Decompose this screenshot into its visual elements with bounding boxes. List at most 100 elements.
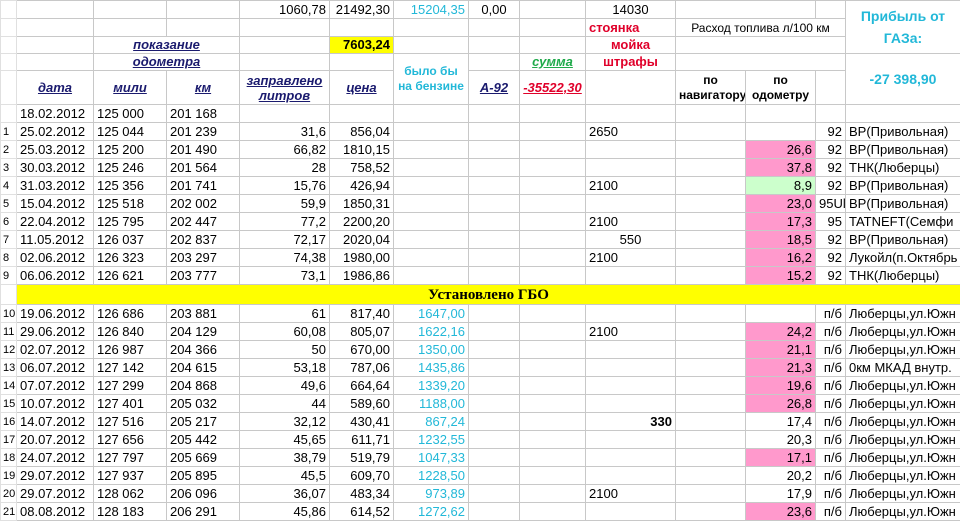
- cell-fuel-type[interactable]: 92: [815, 266, 846, 285]
- cell-summa[interactable]: [519, 212, 586, 231]
- cell-miles[interactable]: 126 037: [93, 230, 167, 249]
- cell-fees[interactable]: [585, 394, 676, 413]
- cell-navigator[interactable]: [675, 322, 746, 341]
- cell-date[interactable]: 19.06.2012: [16, 304, 94, 323]
- cell-benzin[interactable]: [393, 194, 469, 213]
- cell-summa-value[interactable]: -35522,30: [519, 70, 586, 105]
- cell-summa[interactable]: [519, 466, 586, 485]
- cell-fees[interactable]: [585, 448, 676, 467]
- cell-a92[interactable]: [468, 502, 520, 521]
- cell-total-price[interactable]: 21492,30: [329, 0, 394, 19]
- cell-miles[interactable]: 126 840: [93, 322, 167, 341]
- cell-station[interactable]: Люберцы,ул.Южн: [845, 502, 960, 521]
- cell-fuel-type[interactable]: п/б: [815, 358, 846, 377]
- cell-liters[interactable]: 72,17: [239, 230, 330, 249]
- cell-a92[interactable]: [468, 248, 520, 267]
- cell-fuel-type[interactable]: п/б: [815, 394, 846, 413]
- cell-miles[interactable]: 126 323: [93, 248, 167, 267]
- cell-summa[interactable]: [519, 358, 586, 377]
- cell-navigator[interactable]: [675, 484, 746, 503]
- cell-fees[interactable]: [585, 104, 676, 123]
- cell-liters[interactable]: 59,9: [239, 194, 330, 213]
- cell-fuel-type[interactable]: п/б: [815, 412, 846, 431]
- cell-a92[interactable]: [468, 448, 520, 467]
- cell-price[interactable]: 817,40: [329, 304, 394, 323]
- cell-station[interactable]: 0км МКАД внутр.: [845, 358, 960, 377]
- cell-km[interactable]: 203 777: [166, 266, 240, 285]
- cell-date[interactable]: 11.05.2012: [16, 230, 94, 249]
- cell-a92[interactable]: [468, 304, 520, 323]
- cell-km[interactable]: 202 002: [166, 194, 240, 213]
- cell-navigator[interactable]: [675, 376, 746, 395]
- cell-km[interactable]: 201 741: [166, 176, 240, 195]
- cell-fees[interactable]: [585, 266, 676, 285]
- cell-summa[interactable]: [519, 430, 586, 449]
- cell-summa[interactable]: [519, 230, 586, 249]
- cell-km[interactable]: 205 032: [166, 394, 240, 413]
- cell-fuel-type[interactable]: п/б: [815, 448, 846, 467]
- cell-miles[interactable]: 127 299: [93, 376, 167, 395]
- cell-price[interactable]: 664,64: [329, 376, 394, 395]
- cell-total-liters[interactable]: 1060,78: [239, 0, 330, 19]
- cell-km[interactable]: 202 447: [166, 212, 240, 231]
- cell-date[interactable]: 07.07.2012: [16, 376, 94, 395]
- cell-odometer[interactable]: 8,9: [745, 176, 816, 195]
- cell-liters[interactable]: 38,79: [239, 448, 330, 467]
- cell-fees[interactable]: [585, 194, 676, 213]
- cell-a92[interactable]: [468, 176, 520, 195]
- cell-station[interactable]: BP(Привольная): [845, 194, 960, 213]
- cell-station[interactable]: Люберцы,ул.Южн: [845, 304, 960, 323]
- cell-liters[interactable]: 50: [239, 340, 330, 359]
- cell-a92[interactable]: [468, 140, 520, 159]
- cell-date[interactable]: 14.07.2012: [16, 412, 94, 431]
- cell-station[interactable]: Люберцы,ул.Южн: [845, 484, 960, 503]
- cell-fuel-type[interactable]: п/б: [815, 466, 846, 485]
- cell-liters[interactable]: 53,18: [239, 358, 330, 377]
- cell-station[interactable]: Люберцы,ул.Южн: [845, 448, 960, 467]
- cell-a92[interactable]: [468, 122, 520, 141]
- cell-price[interactable]: 1980,00: [329, 248, 394, 267]
- cell-fuel-type[interactable]: 92: [815, 248, 846, 267]
- cell-station[interactable]: Люберцы,ул.Южн: [845, 430, 960, 449]
- cell-fees[interactable]: [585, 466, 676, 485]
- cell-benzin[interactable]: 1188,00: [393, 394, 469, 413]
- cell-benzin[interactable]: [393, 266, 469, 285]
- cell-liters[interactable]: 73,1: [239, 266, 330, 285]
- cell-km[interactable]: 202 837: [166, 230, 240, 249]
- cell-navigator[interactable]: [675, 466, 746, 485]
- cell-benzin[interactable]: [393, 230, 469, 249]
- cell-liters[interactable]: 32,12: [239, 412, 330, 431]
- cell-km[interactable]: 204 366: [166, 340, 240, 359]
- cell-km[interactable]: 203 881: [166, 304, 240, 323]
- cell-fees[interactable]: [585, 358, 676, 377]
- cell-station[interactable]: ТНК(Люберцы): [845, 266, 960, 285]
- cell-navigator[interactable]: [675, 212, 746, 231]
- cell-summa[interactable]: [519, 448, 586, 467]
- cell-fees[interactable]: [585, 502, 676, 521]
- cell-fees[interactable]: 2650: [585, 122, 676, 141]
- cell-date[interactable]: 29.06.2012: [16, 322, 94, 341]
- cell-navigator[interactable]: [675, 412, 746, 431]
- cell-miles[interactable]: 125 246: [93, 158, 167, 177]
- cell-fuel-type[interactable]: 92: [815, 122, 846, 141]
- cell-km[interactable]: 206 291: [166, 502, 240, 521]
- cell-price[interactable]: 856,04: [329, 122, 394, 141]
- cell-benzin[interactable]: 867,24: [393, 412, 469, 431]
- cell-navigator[interactable]: [675, 502, 746, 521]
- cell-fuel-type[interactable]: 92: [815, 140, 846, 159]
- cell-benzin[interactable]: [393, 176, 469, 195]
- cell-liters[interactable]: 15,76: [239, 176, 330, 195]
- cell-navigator[interactable]: [675, 394, 746, 413]
- cell-navigator[interactable]: [675, 122, 746, 141]
- cell-km[interactable]: 204 615: [166, 358, 240, 377]
- cell-km[interactable]: 203 297: [166, 248, 240, 267]
- cell-fees[interactable]: [585, 140, 676, 159]
- cell-summa[interactable]: [519, 248, 586, 267]
- cell-miles[interactable]: 127 937: [93, 466, 167, 485]
- cell-odometer[interactable]: 24,2: [745, 322, 816, 341]
- cell-miles[interactable]: 128 062: [93, 484, 167, 503]
- cell-odometer[interactable]: 17,3: [745, 212, 816, 231]
- cell-date[interactable]: 24.07.2012: [16, 448, 94, 467]
- cell-miles[interactable]: 126 987: [93, 340, 167, 359]
- cell-liters[interactable]: 60,08: [239, 322, 330, 341]
